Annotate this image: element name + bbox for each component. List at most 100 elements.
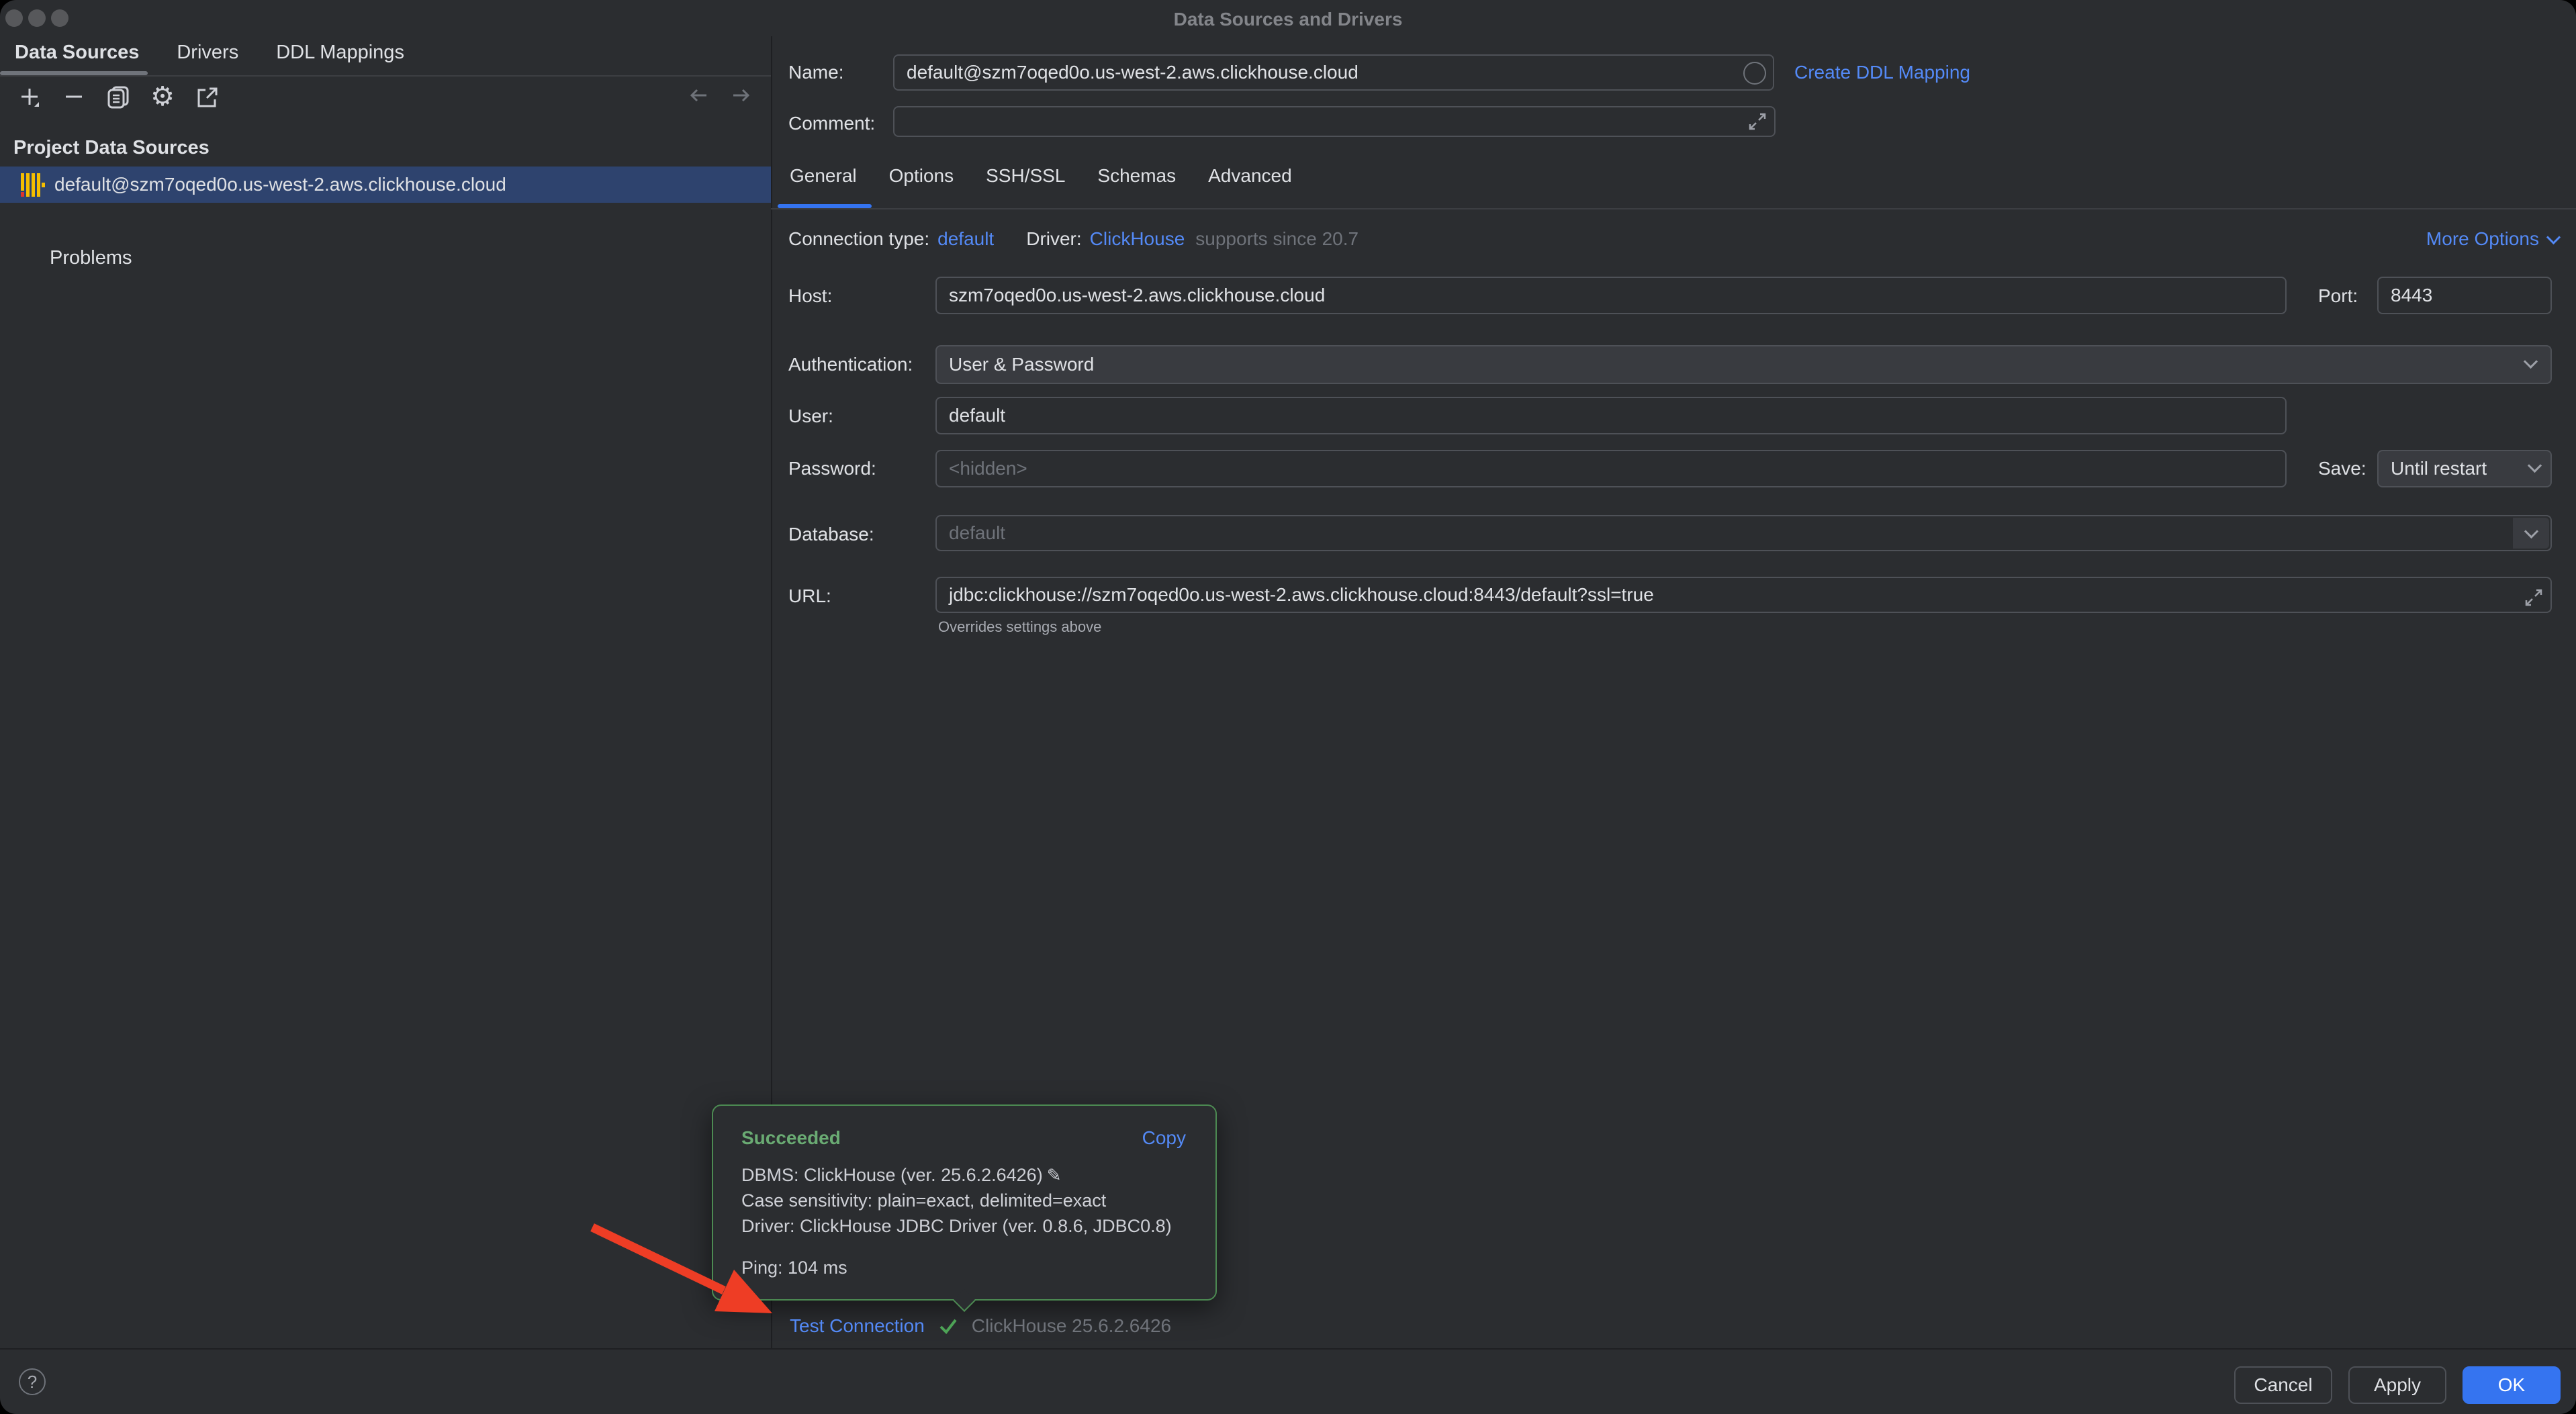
gear-icon: ⚙ bbox=[150, 83, 175, 110]
test-connection-result-popup: Succeeded Copy DBMS: ClickHouse (ver. 25… bbox=[712, 1104, 1217, 1301]
authentication-value: User & Password bbox=[949, 354, 1094, 375]
export-icon bbox=[193, 83, 220, 110]
authentication-label: Authentication: bbox=[788, 354, 913, 375]
sidebar-tabs: Data Sources Drivers DDL Mappings bbox=[15, 42, 404, 64]
password-placeholder: <hidden> bbox=[949, 458, 1027, 479]
host-input[interactable]: szm7oqed0o.us-west-2.aws.clickhouse.clou… bbox=[935, 277, 2287, 314]
url-label: URL: bbox=[788, 585, 831, 607]
database-combobox[interactable]: default bbox=[935, 515, 2552, 551]
host-label: Host: bbox=[788, 285, 832, 307]
driver-label: Driver: bbox=[1026, 228, 1081, 250]
window-title: Data Sources and Drivers bbox=[0, 9, 2576, 30]
comment-input[interactable] bbox=[893, 106, 1776, 137]
port-input[interactable]: 8443 bbox=[2377, 277, 2552, 314]
expand-icon[interactable] bbox=[1747, 111, 1767, 132]
tab-options[interactable]: Options bbox=[889, 165, 954, 187]
data-source-properties-button[interactable]: ⚙ bbox=[148, 82, 177, 111]
password-label: Password: bbox=[788, 458, 876, 479]
user-input[interactable]: default bbox=[935, 397, 2287, 434]
apply-label: Apply bbox=[2374, 1374, 2421, 1396]
tab-ssh-ssl[interactable]: SSH/SSL bbox=[986, 165, 1065, 187]
expand-icon[interactable] bbox=[2524, 587, 2544, 608]
name-value: default@szm7oqed0o.us-west-2.aws.clickho… bbox=[907, 62, 1359, 83]
driver-note: supports since 20.7 bbox=[1195, 228, 1359, 250]
comment-label: Comment: bbox=[788, 113, 875, 134]
data-source-list-item-selected[interactable]: default@szm7oqed0o.us-west-2.aws.clickho… bbox=[0, 167, 771, 203]
connection-type-label: Connection type: bbox=[788, 228, 929, 250]
connection-type-row: Connection type: default Driver: ClickHo… bbox=[788, 228, 1359, 250]
save-label: Save: bbox=[2318, 458, 2366, 479]
check-icon bbox=[937, 1315, 960, 1337]
save-select[interactable]: Until restart bbox=[2377, 450, 2552, 487]
test-connection-link[interactable]: Test Connection bbox=[790, 1315, 925, 1337]
copy-link[interactable]: Copy bbox=[1142, 1127, 1186, 1149]
ok-button[interactable]: OK bbox=[2463, 1366, 2561, 1404]
help-button[interactable]: ? bbox=[19, 1368, 46, 1395]
cancel-button[interactable]: Cancel bbox=[2234, 1366, 2332, 1404]
user-label: User: bbox=[788, 406, 833, 427]
port-label: Port: bbox=[2318, 285, 2358, 307]
dbms-line: DBMS: ClickHouse (ver. 25.6.2.6426) bbox=[741, 1165, 1043, 1185]
forward-arrow-icon[interactable] bbox=[729, 82, 753, 109]
apply-button[interactable]: Apply bbox=[2348, 1366, 2446, 1404]
minus-icon bbox=[60, 83, 87, 110]
connection-status-text: ClickHouse 25.6.2.6426 bbox=[972, 1315, 1171, 1337]
red-annotation-arrow bbox=[0, 0, 2576, 1414]
url-value: jdbc:clickhouse://szm7oqed0o.us-west-2.a… bbox=[949, 584, 1654, 606]
sidebar-toolbar: ⚙ bbox=[15, 82, 222, 111]
tabs-divider bbox=[771, 208, 2576, 209]
connection-details: DBMS: ClickHouse (ver. 25.6.2.6426)✎ Cas… bbox=[741, 1162, 1172, 1239]
authentication-select[interactable]: User & Password bbox=[935, 345, 2552, 384]
tab-general[interactable]: General bbox=[790, 165, 857, 187]
case-sensitivity-line: Case sensitivity: plain=exact, delimited… bbox=[741, 1188, 1172, 1213]
database-value: default bbox=[949, 522, 1005, 544]
port-value: 8443 bbox=[2391, 285, 2432, 306]
question-mark-icon: ? bbox=[28, 1372, 37, 1393]
driver-line: Driver: ClickHouse JDBC Driver (ver. 0.8… bbox=[741, 1213, 1172, 1239]
copy-icon bbox=[105, 83, 132, 110]
project-data-sources-header: Project Data Sources bbox=[13, 137, 210, 159]
plus-icon bbox=[16, 83, 43, 110]
ping-line: Ping: 104 ms bbox=[741, 1258, 847, 1278]
sidebar-item-problems[interactable]: Problems bbox=[50, 247, 132, 269]
cancel-label: Cancel bbox=[2254, 1374, 2312, 1396]
chevron-down-icon bbox=[2524, 524, 2538, 538]
url-input[interactable]: jdbc:clickhouse://szm7oqed0o.us-west-2.a… bbox=[935, 577, 2552, 613]
database-dropdown-button[interactable] bbox=[2513, 518, 2549, 549]
test-connection-row: Test Connection ClickHouse 25.6.2.6426 bbox=[790, 1315, 1171, 1337]
host-value: szm7oqed0o.us-west-2.aws.clickhouse.clou… bbox=[949, 285, 1325, 306]
back-arrow-icon[interactable] bbox=[686, 82, 710, 109]
password-input[interactable]: <hidden> bbox=[935, 450, 2287, 487]
database-label: Database: bbox=[788, 524, 874, 545]
url-note: Overrides settings above bbox=[938, 618, 1101, 636]
connection-tabs: General Options SSH/SSL Schemas Advanced bbox=[790, 165, 1292, 187]
connection-type-link[interactable]: default bbox=[937, 228, 994, 250]
tab-drivers[interactable]: Drivers bbox=[177, 42, 238, 64]
clickhouse-icon bbox=[20, 173, 45, 197]
more-options-label: More Options bbox=[2426, 228, 2539, 250]
create-ddl-mapping-link[interactable]: Create DDL Mapping bbox=[1794, 62, 1970, 83]
open-in-new-button[interactable] bbox=[192, 82, 222, 111]
name-input[interactable]: default@szm7oqed0o.us-west-2.aws.clickho… bbox=[893, 54, 1774, 91]
tab-data-sources[interactable]: Data Sources bbox=[15, 42, 139, 64]
tab-advanced[interactable]: Advanced bbox=[1208, 165, 1292, 187]
driver-link[interactable]: ClickHouse bbox=[1090, 228, 1185, 250]
success-status: Succeeded bbox=[741, 1127, 841, 1149]
ok-label: OK bbox=[2498, 1374, 2525, 1396]
add-data-source-button[interactable] bbox=[15, 82, 44, 111]
save-value: Until restart bbox=[2391, 458, 2487, 479]
chevron-down-icon bbox=[2546, 230, 2561, 244]
edit-pencil-icon[interactable]: ✎ bbox=[1047, 1165, 1062, 1185]
duplicate-button[interactable] bbox=[103, 82, 133, 111]
bottom-divider bbox=[0, 1348, 2576, 1350]
data-sources-dialog: Data Sources and Drivers Data Sources Dr… bbox=[0, 0, 2576, 1414]
chevron-down-icon bbox=[2524, 355, 2538, 369]
color-circle-icon[interactable] bbox=[1743, 62, 1766, 85]
remove-data-source-button[interactable] bbox=[59, 82, 89, 111]
user-value: default bbox=[949, 405, 1005, 426]
more-options-toggle[interactable]: More Options bbox=[2426, 228, 2559, 250]
popup-caret bbox=[953, 1289, 976, 1312]
tab-ddl-mappings[interactable]: DDL Mappings bbox=[276, 42, 404, 64]
tab-schemas[interactable]: Schemas bbox=[1097, 165, 1176, 187]
name-label: Name: bbox=[788, 62, 843, 83]
